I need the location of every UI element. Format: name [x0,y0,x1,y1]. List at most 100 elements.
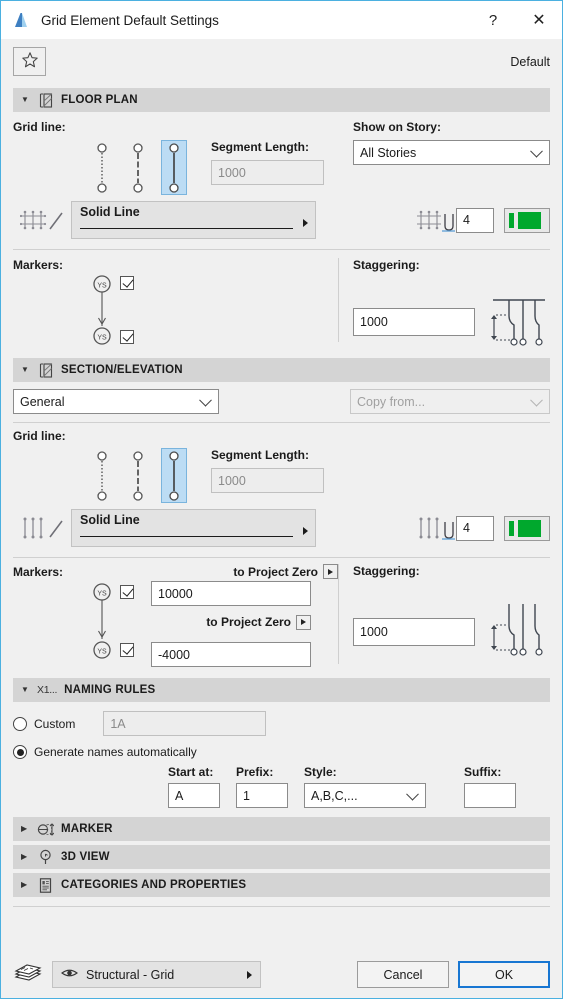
favorites-button[interactable] [13,47,46,76]
line-type-value-fp: Solid Line [80,205,140,219]
svg-text:YS: YS [97,283,107,290]
favorites-star-icon [21,51,39,72]
pen-color-swatch-fp[interactable] [504,207,550,233]
title-bar: Grid Element Default Settings ? ✕ [1,1,562,39]
expand-arrow-icon [303,219,308,227]
custom-name-input[interactable] [103,711,267,736]
auto-generate-label: Generate names automatically [34,745,197,759]
bottom-anchor-popup-button[interactable] [296,614,311,630]
segment-length-label-fp: Segment Length: [211,140,309,154]
section-header-naming-rules[interactable]: ▼ X1... NAMING RULES [13,678,550,702]
staggering-diagram-icon-fp [483,292,547,351]
chevron-right-icon: ▶ [21,824,28,833]
marker-bottom-value-input-se[interactable] [151,642,311,667]
dialog-footer: Structural - Grid Cancel OK [1,953,562,998]
staggering-input-se[interactable] [353,617,475,646]
scope-select-se[interactable]: General [13,389,219,414]
section-header-floor-plan[interactable]: ▼ FLOOR PLAN [13,88,550,112]
marker-pair-diagram-se: YS YS [91,581,113,664]
grid-style-dashed-fp[interactable] [125,140,151,195]
staggering-diagram-icon-se [483,602,547,661]
chevron-down-icon: ▼ [21,365,29,374]
start-at-input[interactable] [168,783,220,808]
chevron-right-icon: ▶ [21,880,28,889]
section-title: 3D VIEW [61,851,110,863]
start-at-label: Start at: [168,765,214,779]
segment-length-input-fp[interactable] [211,160,324,185]
marker-icon [37,821,55,838]
chevron-down-icon: ▼ [21,95,29,104]
grid-dots-linetype-icon [13,206,71,234]
section-title: FLOOR PLAN [61,94,138,106]
copy-from-select-se[interactable]: Copy from... [350,389,550,414]
grid-style-solid-fp[interactable] [161,140,187,195]
show-on-story-value: All Stories [359,145,417,160]
svg-text:YS: YS [97,591,107,598]
pen-number-input-fp[interactable] [456,207,494,233]
section-title: MARKER [61,823,113,835]
line-type-combo-fp[interactable]: Solid Line [71,201,316,239]
section-header-marker[interactable]: ▶ MARKER [13,817,550,841]
pen-number-input-se[interactable] [456,515,494,541]
section-header-section-elevation[interactable]: ▼ SECTION/ELEVATION [13,358,550,382]
grid-style-dotted-fp[interactable] [89,140,115,195]
marker-bottom-checkbox-fp[interactable] [120,330,134,344]
grid-bars-linetype-icon [13,514,71,542]
custom-radio[interactable] [13,716,27,731]
marker-top-value-input-se[interactable] [151,581,311,606]
expand-arrow-icon [247,970,253,979]
naming-rules-prefix: X1... [37,684,58,696]
line-type-combo-se[interactable]: Solid Line [71,509,316,547]
marker-bottom-checkbox-se[interactable] [120,643,134,657]
svg-text:YS: YS [97,335,107,342]
section-header-categories-properties[interactable]: ▶ CATEGORIES AND PROPERTIES [13,873,550,897]
style-label: Style: [304,765,337,779]
expand-arrow-icon [303,527,308,535]
close-button[interactable]: ✕ [516,1,562,39]
line-preview [80,536,293,537]
chevron-down-icon [530,144,543,158]
prefix-label: Prefix: [236,765,274,779]
marker-top-checkbox-fp[interactable] [120,276,134,290]
chevron-down-icon [406,787,419,801]
grid-bars-pen-icon [416,514,456,542]
dialog-window: Grid Element Default Settings ? ✕ Defaul… [0,0,563,999]
svg-text:YS: YS [97,649,107,656]
categories-properties-icon [37,877,54,894]
chevron-down-icon [530,393,543,407]
suffix-input[interactable] [464,783,516,808]
grid-style-dotted-se[interactable] [89,448,115,503]
section-header-3d-view[interactable]: ▶ 3D VIEW [13,845,550,869]
default-label: Default [510,54,550,69]
help-button[interactable]: ? [470,1,516,39]
pen-color-box [518,519,541,537]
bottom-anchor-label-se: to Project Zero [206,615,291,629]
style-select[interactable]: A,B,C,... [304,783,426,808]
window-title: Grid Element Default Settings [41,12,219,28]
top-anchor-label-se: to Project Zero [233,564,318,579]
grid-line-label-fp: Grid line: [13,120,66,134]
show-on-story-select[interactable]: All Stories [352,140,550,165]
marker-top-checkbox-se[interactable] [120,585,134,599]
ok-button[interactable]: OK [458,961,550,988]
grid-style-dashed-se[interactable] [125,448,151,503]
top-anchor-popup-button[interactable] [323,564,338,579]
floor-plan-icon [37,92,54,109]
segment-length-input-se[interactable] [211,468,324,493]
cancel-button[interactable]: Cancel [357,961,449,988]
auto-generate-radio[interactable] [13,745,27,759]
pen-color-swatch-se[interactable] [504,515,550,541]
segment-length-label-se: Segment Length: [211,448,309,462]
show-on-story-label: Show on Story: [352,120,441,134]
staggering-input-fp[interactable] [353,307,475,336]
staggering-label-se: Staggering: [353,564,420,578]
grid-style-solid-se[interactable] [161,448,187,503]
pen-weight-bar [509,212,514,228]
markers-label-fp: Markers: [13,258,64,272]
settings-body: ▼ FLOOR PLAN Grid line: Segment Length: … [1,84,562,953]
pen-weight-bar [509,520,514,536]
prefix-input[interactable] [236,783,288,808]
layer-select[interactable]: Structural - Grid [52,961,262,988]
favorites-row: Default [1,39,562,84]
pen-color-box [518,211,541,229]
